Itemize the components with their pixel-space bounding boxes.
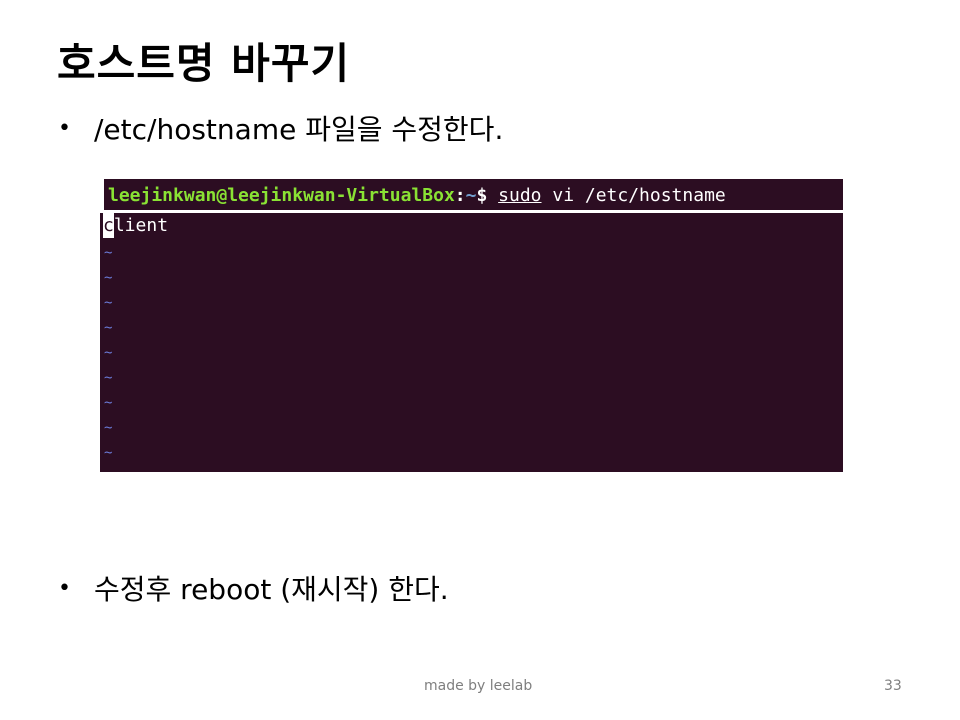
vi-cursor: c	[103, 213, 114, 238]
footer-text: made by leelab	[424, 678, 533, 694]
slide-title: 호스트명 바꾸기	[57, 39, 351, 88]
prompt-symbol: $	[476, 185, 499, 206]
bullet-dot: •	[58, 115, 71, 141]
vi-empty-line-marker: ~	[104, 395, 113, 411]
prompt-cwd: ~	[465, 185, 477, 206]
page-number: 33	[884, 678, 902, 694]
shell-prompt-line: leejinkwan@leejinkwan-VirtualBox:~$ sudo…	[108, 185, 726, 206]
vi-line-text: lient	[113, 215, 169, 236]
prompt-user-host: leejinkwan@leejinkwan-VirtualBox	[108, 185, 455, 206]
vi-empty-line-marker: ~	[104, 420, 113, 436]
vi-empty-line-marker: ~	[104, 345, 113, 361]
prompt-separator: :	[454, 185, 466, 206]
bullet-dot: •	[58, 575, 71, 601]
bullet-text: /etc/hostname 파일을 수정한다.	[94, 113, 504, 146]
bullet-text: 수정후 reboot (재시작) 한다.	[94, 573, 449, 606]
vi-editor-window[interactable]: client ~ ~ ~ ~ ~ ~ ~ ~ ~	[100, 213, 843, 472]
vi-empty-line-marker: ~	[104, 445, 113, 461]
vi-text-line: client	[103, 213, 168, 238]
vi-empty-line-marker: ~	[104, 320, 113, 336]
command-args: vi /etc/hostname	[541, 185, 726, 206]
command-sudo: sudo	[498, 185, 542, 206]
vi-empty-line-marker: ~	[104, 245, 113, 261]
bullet-item: • /etc/hostname 파일을 수정한다.	[58, 108, 503, 148]
terminal-command-line: leejinkwan@leejinkwan-VirtualBox:~$ sudo…	[104, 179, 843, 210]
bullet-item: • 수정후 reboot (재시작) 한다.	[58, 568, 449, 608]
vi-empty-line-marker: ~	[104, 370, 113, 386]
vi-empty-line-marker: ~	[104, 270, 113, 286]
vi-empty-line-marker: ~	[104, 295, 113, 311]
